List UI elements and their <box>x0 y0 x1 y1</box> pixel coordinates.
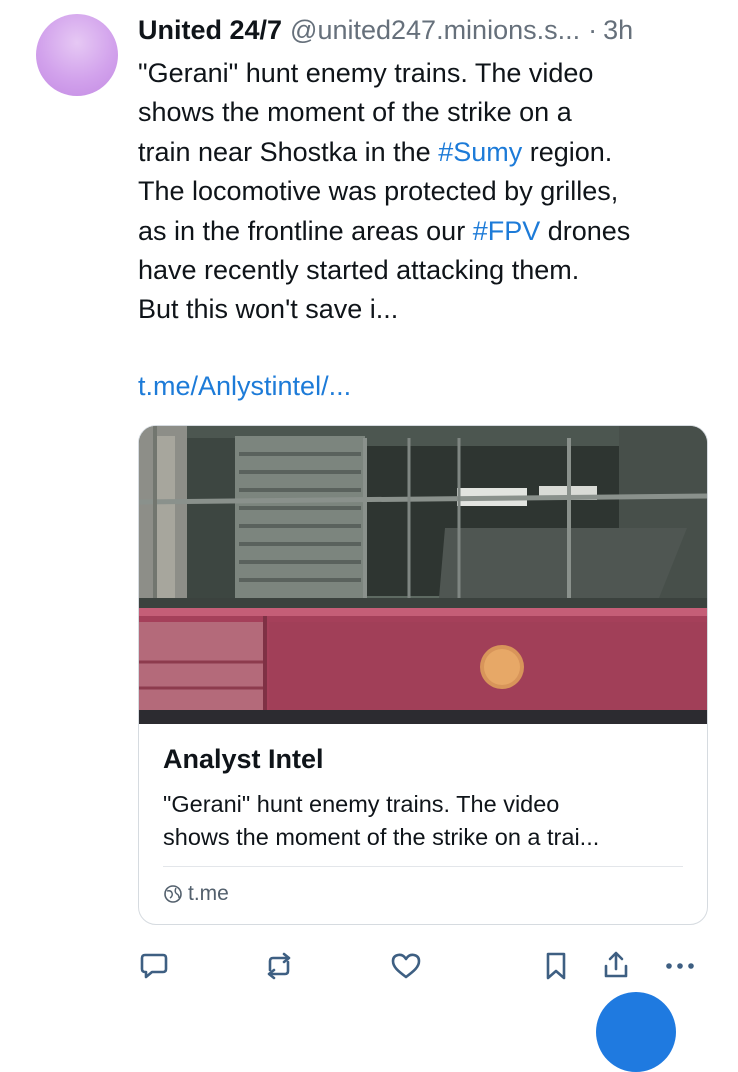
post-text-line: "Gerani" hunt enemy trains. The video <box>138 58 594 88</box>
like-button[interactable] <box>386 946 426 986</box>
card-description-line: "Gerani" hunt enemy trains. The video <box>163 791 560 817</box>
hashtag-fpv[interactable]: #FPV <box>473 216 541 246</box>
text-segment: train near Shostka in the <box>138 136 439 167</box>
bookmark-icon <box>546 952 566 980</box>
post-time[interactable]: 3h <box>603 15 633 46</box>
bookmark-button[interactable] <box>538 946 574 986</box>
post-link[interactable]: t.me/Anlystintel/... <box>138 371 351 402</box>
globe-icon <box>164 885 182 903</box>
more-button[interactable] <box>660 946 700 986</box>
post-text-line: The locomotive was protected by grilles, <box>138 176 619 207</box>
like-icon <box>391 953 421 979</box>
post-text-line: train near Shostka in the #Sumy region. <box>138 133 728 172</box>
separator-dot: · <box>588 14 598 45</box>
avatar[interactable] <box>36 14 118 96</box>
link-preview-image <box>139 426 707 724</box>
post-text-line: But this won't save i... <box>138 294 399 325</box>
author-name[interactable]: United 24/7 <box>138 15 282 46</box>
post-text: "Gerani" hunt enemy trains. The video sh… <box>138 54 728 330</box>
post-text-line: shows the moment of the strike on a <box>138 97 572 128</box>
repost-button[interactable] <box>258 946 300 986</box>
card-domain-text: t.me <box>188 882 229 905</box>
hashtag-sumy[interactable]: #Sumy <box>438 137 522 167</box>
repost-icon <box>267 952 291 980</box>
card-title: Analyst Intel <box>163 744 324 774</box>
post-header: United 24/7 @united247.minions.s... · 3h <box>138 10 728 50</box>
card-domain: t.me <box>163 882 229 906</box>
reply-button[interactable] <box>134 946 174 986</box>
card-description: "Gerani" hunt enemy trains. The video sh… <box>163 788 693 854</box>
link-preview-card[interactable]: Analyst Intel "Gerani" hunt enemy trains… <box>138 425 708 925</box>
reply-icon <box>140 953 168 979</box>
share-icon <box>604 951 628 978</box>
card-description-line: shows the moment of the strike on a trai… <box>163 824 600 850</box>
more-icon <box>666 963 694 969</box>
text-segment: drones <box>540 215 631 246</box>
post-text-line: have recently started attacking them. <box>138 255 580 286</box>
card-divider <box>163 866 683 867</box>
share-button[interactable] <box>598 946 634 986</box>
text-segment: region. <box>522 136 613 167</box>
text-segment: as in the frontline areas our <box>138 215 473 246</box>
compose-button[interactable] <box>596 992 676 1072</box>
post-text-line: as in the frontline areas our #FPV drone… <box>138 212 728 251</box>
author-handle[interactable]: @united247.minions.s... <box>290 15 580 46</box>
